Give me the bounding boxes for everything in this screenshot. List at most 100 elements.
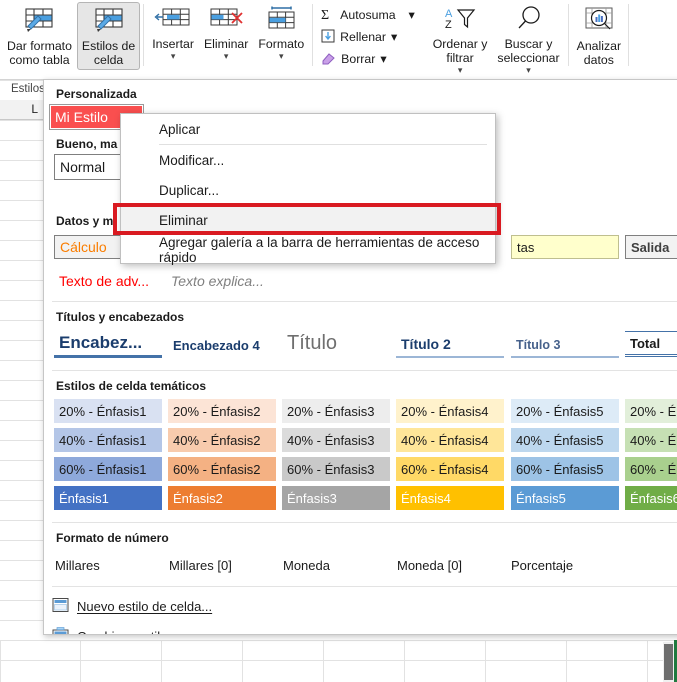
- format-cells-button[interactable]: Formato ▾: [253, 2, 309, 64]
- style-titulo-label: Título: [287, 331, 338, 354]
- chevron-down-icon[interactable]: ▾: [391, 30, 397, 44]
- merge-styles-command[interactable]: Combinar estilos...: [52, 622, 185, 634]
- style-enfasis6[interactable]: Énfasis6: [625, 486, 677, 510]
- style-titulo-3[interactable]: Título 3: [511, 333, 619, 358]
- style-label: 60% - Énfasis5: [516, 461, 604, 477]
- new-cell-style-command[interactable]: Nuevo estilo de celda...: [52, 592, 212, 620]
- style-enfasis4[interactable]: Énfasis4: [396, 486, 504, 510]
- style-enfasis2[interactable]: Énfasis2: [168, 486, 276, 510]
- style-texto-advertencia[interactable]: Texto de adv...: [54, 270, 164, 292]
- style-60-enfasis5[interactable]: 60% - Énfasis5: [511, 457, 619, 481]
- style-label: 20% - Énfasis4: [401, 403, 489, 419]
- chevron-down-icon[interactable]: ▾: [526, 66, 531, 75]
- chevron-down-icon[interactable]: ▾: [409, 8, 415, 22]
- style-20-enfasis3[interactable]: 20% - Énfasis3: [282, 399, 390, 423]
- style-label: Énfasis5: [516, 490, 566, 506]
- style-60-enfasis4[interactable]: 60% - Énfasis4: [396, 457, 504, 481]
- find-select-label: Buscar y seleccionar: [497, 37, 560, 65]
- new-cell-style-icon: [52, 597, 69, 616]
- style-label: Énfasis1: [59, 490, 109, 506]
- style-millares-0[interactable]: Millares [0]: [169, 558, 232, 573]
- context-menu-item-agregar-galeria[interactable]: Agregar galería a la barra de herramient…: [121, 235, 495, 265]
- style-normal-label: Normal: [60, 159, 106, 175]
- cell-styles-button[interactable]: Estilos de celda: [76, 2, 141, 70]
- format-as-table-label: Dar formato como tabla: [7, 39, 72, 67]
- section-heading-data-model: Datos y m: [56, 214, 114, 228]
- style-millares[interactable]: Millares: [55, 558, 100, 573]
- style-60-enfasis2[interactable]: 60% - Énfasis2: [168, 457, 276, 481]
- style-salida[interactable]: Salida: [625, 235, 677, 259]
- section-heading-custom: Personalizada: [56, 87, 137, 101]
- style-moneda-0[interactable]: Moneda [0]: [397, 558, 462, 573]
- style-enfasis5[interactable]: Énfasis5: [511, 486, 619, 510]
- clear-button[interactable]: Borrar ▾: [316, 48, 420, 70]
- context-menu-item-eliminar[interactable]: Eliminar: [121, 205, 495, 235]
- style-titulo[interactable]: Título: [282, 328, 390, 358]
- style-label: 60% - Énfasis3: [287, 461, 375, 477]
- sigma-icon: Σ: [321, 7, 335, 24]
- cell-value-L[interactable]: L: [0, 102, 38, 116]
- style-enfasis1[interactable]: Énfasis1: [54, 486, 162, 510]
- delete-cells-button[interactable]: Eliminar ▾: [199, 2, 253, 64]
- style-40-enfasis5[interactable]: 40% - Énfasis5: [511, 428, 619, 452]
- section-heading-themed: Estilos de celda temáticos: [56, 379, 207, 393]
- find-select-button[interactable]: Buscar y seleccionar ▾: [492, 2, 564, 78]
- estilos-group-label: Estilos: [11, 83, 45, 95]
- chevron-down-icon[interactable]: ▾: [380, 52, 386, 66]
- style-60-enfasis3[interactable]: 60% - Énfasis3: [282, 457, 390, 481]
- style-enfasis3[interactable]: Énfasis3: [282, 486, 390, 510]
- new-cell-style-label: Nuevo estilo de celda...: [77, 598, 213, 614]
- style-titulo-2[interactable]: Título 2: [396, 332, 504, 358]
- style-porcentaje[interactable]: Porcentaje: [511, 558, 573, 573]
- autosum-button[interactable]: Σ Autosuma ▾: [316, 4, 420, 26]
- style-20-enfasis6[interactable]: 20% - Énfasis6: [625, 399, 677, 423]
- insert-cells-button[interactable]: Insertar ▾: [147, 2, 199, 64]
- style-notas-label: tas: [517, 239, 535, 255]
- cell-styles-label: Estilos de celda: [81, 39, 136, 67]
- style-total[interactable]: Total: [625, 331, 677, 357]
- chevron-down-icon[interactable]: ▾: [171, 52, 176, 61]
- style-encabezado-4-label: Encabezado 4: [173, 337, 260, 353]
- scrollbar-thumb[interactable]: [664, 644, 673, 680]
- style-label: Énfasis4: [401, 490, 451, 506]
- style-label: 60% - Énfasis1: [59, 461, 147, 477]
- context-menu-item-aplicar[interactable]: Aplicar: [121, 114, 495, 144]
- style-40-enfasis1[interactable]: 40% - Énfasis1: [54, 428, 162, 452]
- style-20-enfasis1[interactable]: 20% - Énfasis1: [54, 399, 162, 423]
- style-label: 40% - Énfasis1: [59, 432, 147, 448]
- style-60-enfasis1[interactable]: 60% - Énfasis1: [54, 457, 162, 481]
- style-40-enfasis4[interactable]: 40% - Énfasis4: [396, 428, 504, 452]
- style-60-enfasis6[interactable]: 60% - Énfasis6: [625, 457, 677, 481]
- style-label: 60% - Énfasis4: [401, 461, 489, 477]
- format-as-table-button[interactable]: Dar formato como tabla: [2, 2, 77, 70]
- style-20-enfasis2[interactable]: 20% - Énfasis2: [168, 399, 276, 423]
- style-40-enfasis6[interactable]: 40% - Énfasis6: [625, 428, 677, 452]
- context-menu-item-modificar[interactable]: Modificar...: [121, 145, 495, 175]
- style-texto-explicativo[interactable]: Texto explica...: [166, 270, 286, 292]
- style-40-enfasis3[interactable]: 40% - Énfasis3: [282, 428, 390, 452]
- style-notas[interactable]: tas: [511, 235, 619, 259]
- chevron-down-icon[interactable]: ▾: [224, 52, 229, 61]
- sort-filter-button[interactable]: A Z Ordenar y filtrar ▾: [428, 2, 493, 78]
- ribbon: Dar formato como tabla Estilos de celda …: [0, 0, 677, 80]
- style-40-enfasis2[interactable]: 40% - Énfasis2: [168, 428, 276, 452]
- style-20-enfasis4[interactable]: 20% - Énfasis4: [396, 399, 504, 423]
- chevron-down-icon[interactable]: ▾: [458, 66, 463, 75]
- context-menu-item-duplicar[interactable]: Duplicar...: [121, 175, 495, 205]
- ribbon-group-analisis: Analizar datos: [572, 0, 626, 74]
- chevron-down-icon[interactable]: ▾: [279, 52, 284, 61]
- style-label: 40% - Énfasis2: [173, 432, 261, 448]
- style-label: 40% - Énfasis5: [516, 432, 604, 448]
- fill-button[interactable]: Rellenar ▾: [316, 26, 420, 48]
- style-label: Énfasis2: [173, 490, 223, 506]
- analyze-data-button[interactable]: Analizar datos: [572, 2, 626, 70]
- sort-filter-icon: A Z: [440, 6, 480, 35]
- ribbon-separator: [628, 4, 630, 66]
- merge-styles-icon: [52, 626, 69, 634]
- context-menu-item-label: Aplicar: [159, 121, 201, 137]
- style-encabezado-4[interactable]: Encabezado 4: [168, 333, 276, 357]
- style-20-enfasis5[interactable]: 20% - Énfasis5: [511, 399, 619, 423]
- section-heading-number-format: Formato de número: [56, 531, 169, 545]
- style-moneda[interactable]: Moneda: [283, 558, 330, 573]
- style-encabezado-1[interactable]: Encabez...: [54, 330, 162, 358]
